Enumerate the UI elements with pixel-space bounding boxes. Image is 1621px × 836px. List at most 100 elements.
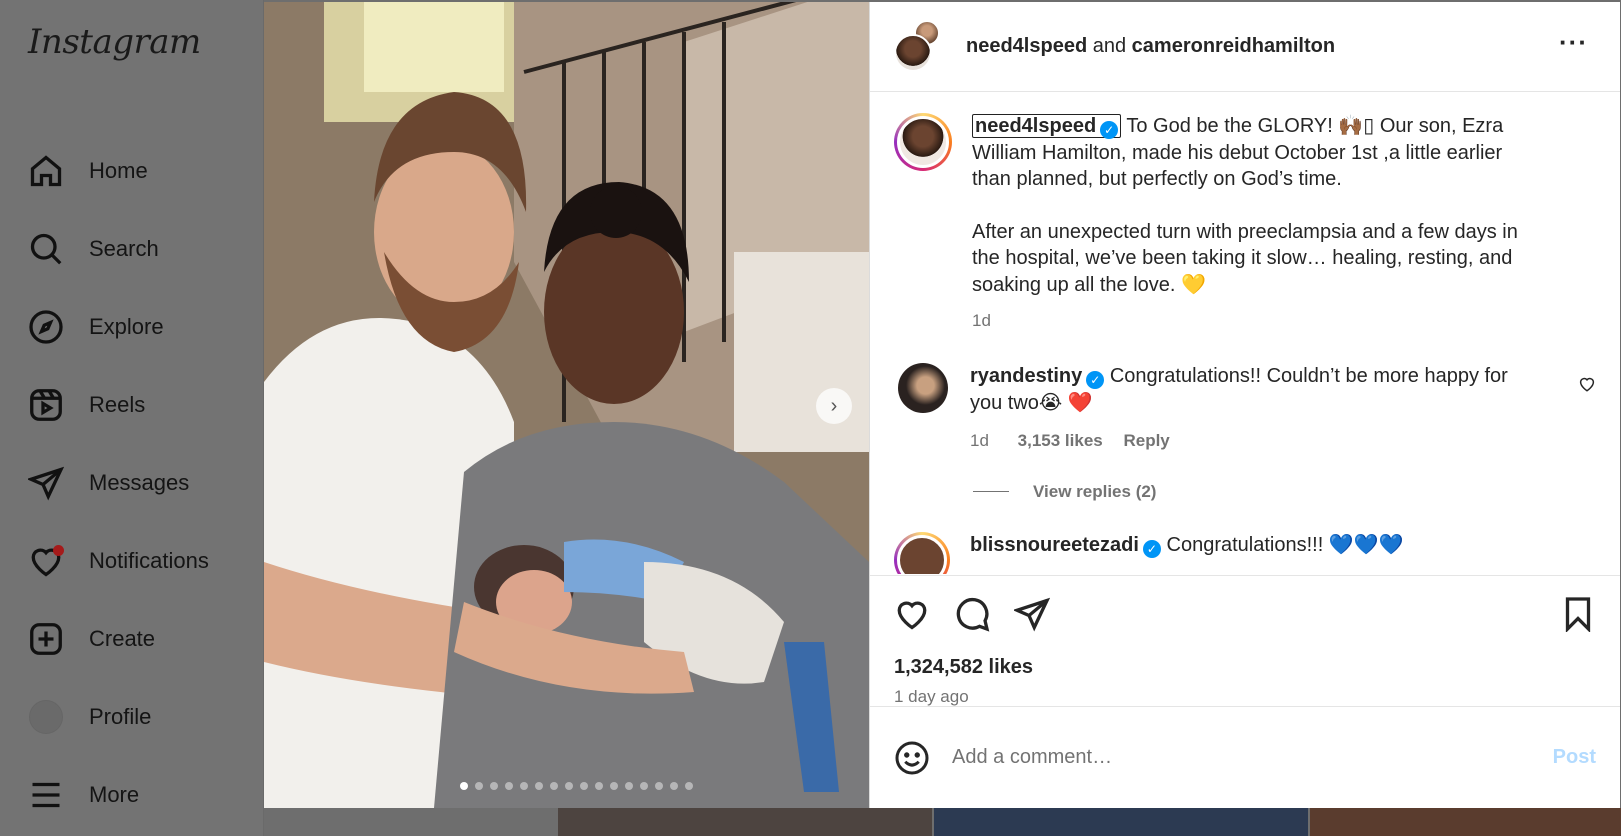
sidebar-item-label: Explore bbox=[89, 314, 164, 339]
comment-username[interactable]: ryandestiny bbox=[970, 365, 1082, 387]
caption-author[interactable]: need4lspeed ✓ bbox=[972, 114, 1122, 139]
post-modal: › need4lspeed and cameronreidhamilton ··… bbox=[264, 2, 1620, 808]
reply-button[interactable]: Reply bbox=[1123, 431, 1169, 450]
slide-dot bbox=[625, 782, 633, 790]
slide-dot bbox=[610, 782, 618, 790]
sidebar-item-more[interactable]: More bbox=[28, 756, 209, 834]
divider bbox=[973, 491, 1009, 492]
notification-dot bbox=[53, 545, 64, 556]
slide-dot bbox=[520, 782, 528, 790]
comment-likes[interactable]: 3,153 likes bbox=[1018, 431, 1103, 450]
sidebar-item-label: Home bbox=[89, 158, 148, 183]
sidebar-item-label: More bbox=[89, 782, 140, 807]
sidebar-item-label: Reels bbox=[89, 392, 146, 417]
author-username[interactable]: need4lspeed bbox=[966, 35, 1087, 57]
red-heart-emoji: ❤️ bbox=[1067, 391, 1093, 414]
post-media[interactable]: › bbox=[264, 2, 869, 808]
post-caption: need4lspeed ✓ To God be the GLORY! 🙌🏾▯ Ou… bbox=[870, 93, 1620, 335]
slide-dot bbox=[565, 782, 573, 790]
like-comment-icon[interactable] bbox=[1578, 375, 1596, 393]
post-authors: need4lspeed and cameronreidhamilton bbox=[966, 35, 1335, 58]
caption-username[interactable]: need4lspeed bbox=[975, 115, 1096, 137]
reels-icon bbox=[28, 387, 64, 423]
avatar[interactable] bbox=[898, 362, 948, 413]
heart-icon bbox=[28, 543, 64, 579]
slide-dot bbox=[595, 782, 603, 790]
search-icon bbox=[28, 231, 64, 267]
slide-dot bbox=[685, 782, 693, 790]
verified-badge-icon: ✓ bbox=[1142, 539, 1161, 558]
sidebar-item-explore[interactable]: Explore bbox=[28, 288, 209, 366]
menu-icon bbox=[28, 777, 64, 813]
sidebar-item-home[interactable]: Home bbox=[28, 132, 209, 210]
post-photo bbox=[264, 2, 869, 808]
next-slide-button[interactable]: › bbox=[816, 388, 852, 424]
backdrop-thumbnail bbox=[934, 808, 1308, 836]
comment-item: blissnoureetezadi ✓ Congratulations!!! 💙💙… bbox=[870, 531, 1620, 574]
slide-dot bbox=[490, 782, 498, 790]
post-comment-button[interactable]: Post bbox=[1553, 746, 1596, 769]
chevron-right-icon: › bbox=[830, 394, 838, 417]
authors-connector: and bbox=[1092, 35, 1127, 57]
slide-dot bbox=[655, 782, 663, 790]
sidebar-item-label: Messages bbox=[89, 470, 190, 495]
collaborator-avatars[interactable] bbox=[894, 19, 944, 74]
sidebar-item-reels[interactable]: Reels bbox=[28, 366, 209, 444]
bookmark-icon[interactable] bbox=[1560, 596, 1596, 632]
comment-time[interactable]: 1d bbox=[970, 431, 989, 450]
slide-indicator bbox=[264, 782, 869, 790]
sidebar-item-search[interactable]: Search bbox=[28, 210, 209, 288]
post-timestamp[interactable]: 1 day ago bbox=[894, 687, 1596, 707]
avatar bbox=[894, 33, 932, 72]
slide-dot bbox=[460, 782, 468, 790]
caption-text-2: After an unexpected turn with preeclamps… bbox=[972, 220, 1518, 296]
avatar[interactable] bbox=[894, 531, 950, 574]
slide-dot bbox=[535, 782, 543, 790]
sidebar-item-label: Profile bbox=[89, 704, 152, 729]
post-side-panel: need4lspeed and cameronreidhamilton ··· … bbox=[869, 2, 1620, 808]
like-icon[interactable] bbox=[894, 596, 930, 632]
slide-dot bbox=[505, 782, 513, 790]
plus-square-icon bbox=[28, 621, 64, 657]
caption-timestamp[interactable]: 1d bbox=[972, 308, 1532, 335]
sidebar-item-messages[interactable]: Messages bbox=[28, 444, 209, 522]
slide-dot bbox=[580, 782, 588, 790]
sidebar-item-label: Create bbox=[89, 626, 156, 651]
slide-dot bbox=[640, 782, 648, 790]
comment-icon[interactable] bbox=[954, 596, 990, 632]
collaborator-username[interactable]: cameronreidhamilton bbox=[1132, 35, 1335, 57]
sidebar-item-label: Search bbox=[89, 236, 159, 261]
more-options-icon[interactable]: ··· bbox=[1559, 29, 1588, 55]
comment-text: Congratulations!!! 💙💙💙 bbox=[1166, 533, 1404, 556]
comment-username[interactable]: blissnoureetezadi bbox=[970, 534, 1139, 556]
comment-input[interactable] bbox=[952, 746, 1553, 769]
sidebar: Instagram Home Search Explore Reels Mess… bbox=[0, 0, 264, 836]
home-icon bbox=[28, 153, 64, 189]
compass-icon bbox=[28, 309, 64, 345]
instagram-logo[interactable]: Instagram bbox=[28, 22, 201, 62]
sidebar-item-create[interactable]: Create bbox=[28, 600, 209, 678]
post-actions: 1,324,582 likes 1 day ago bbox=[870, 575, 1620, 707]
comment-item: ryandestiny ✓ Congratulations!! Couldn’t … bbox=[870, 362, 1620, 454]
avatar bbox=[29, 700, 63, 734]
sidebar-nav: Home Search Explore Reels Messages Notif… bbox=[28, 132, 209, 834]
verified-badge-icon: ✓ bbox=[1100, 121, 1119, 139]
comments-list[interactable]: need4lspeed ✓ To God be the GLORY! 🙌🏾▯ Ou… bbox=[870, 93, 1620, 574]
avatar[interactable] bbox=[894, 113, 952, 171]
sidebar-item-notifications[interactable]: Notifications bbox=[28, 522, 209, 600]
post-header: need4lspeed and cameronreidhamilton ··· bbox=[870, 2, 1620, 92]
slide-dot bbox=[670, 782, 678, 790]
sidebar-item-profile[interactable]: Profile bbox=[28, 678, 209, 756]
view-replies-button[interactable]: View replies (2) bbox=[973, 482, 1620, 502]
backdrop-thumbnail bbox=[1310, 808, 1621, 836]
slide-dot bbox=[550, 782, 558, 790]
backdrop-thumbnail bbox=[558, 808, 932, 836]
send-icon bbox=[28, 465, 64, 501]
share-icon[interactable] bbox=[1014, 596, 1050, 632]
add-comment-bar: Post bbox=[870, 706, 1620, 808]
emoji-icon[interactable] bbox=[894, 740, 930, 776]
likes-count[interactable]: 1,324,582 likes bbox=[894, 656, 1596, 679]
sidebar-item-label: Notifications bbox=[89, 548, 209, 573]
view-replies-label: View replies (2) bbox=[1033, 481, 1157, 501]
slide-dot bbox=[475, 782, 483, 790]
